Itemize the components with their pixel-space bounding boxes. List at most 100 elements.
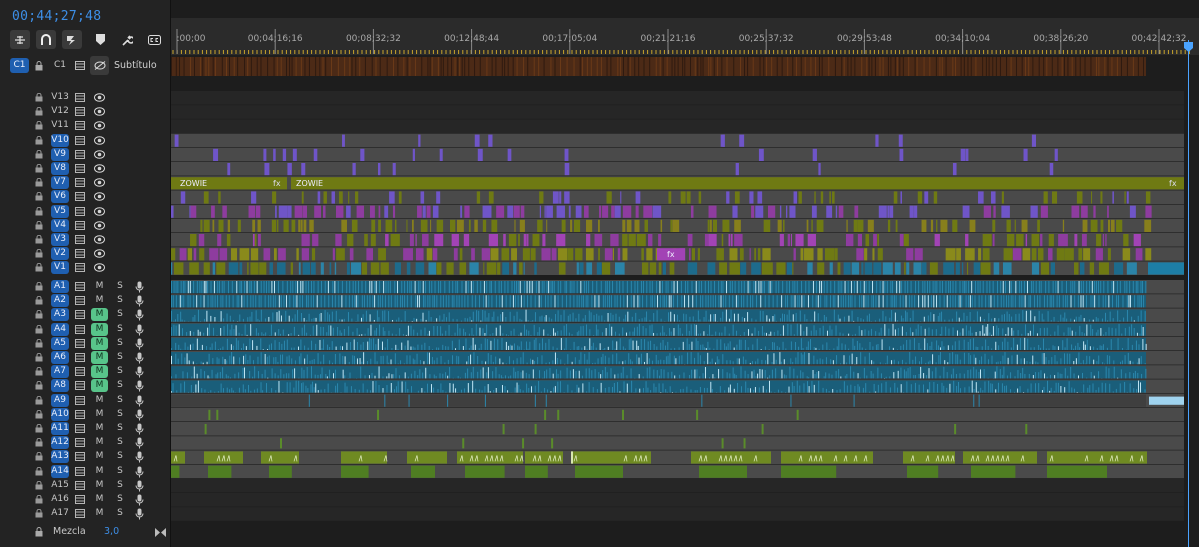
- film-icon[interactable]: [75, 206, 85, 216]
- mute-button[interactable]: M: [91, 294, 108, 307]
- eye-icon[interactable]: [94, 178, 105, 187]
- track-target-v8[interactable]: V8: [51, 162, 69, 175]
- track-target-v5[interactable]: V5: [51, 204, 69, 218]
- film-icon[interactable]: [75, 220, 85, 230]
- film-icon[interactable]: [75, 424, 85, 433]
- track-target-v1[interactable]: V1: [51, 261, 69, 275]
- film-icon[interactable]: [75, 466, 85, 476]
- track-target-a2[interactable]: A2: [51, 294, 69, 308]
- film-icon[interactable]: [75, 296, 85, 306]
- track-target-a16[interactable]: A16: [51, 493, 69, 506]
- track-target-v7[interactable]: V7: [51, 176, 69, 190]
- track-target-v13[interactable]: V13: [51, 91, 69, 104]
- track-target-a6[interactable]: A6: [51, 351, 69, 364]
- lock-icon[interactable]: [35, 409, 43, 419]
- mute-button[interactable]: M: [91, 422, 108, 435]
- track-target-a1[interactable]: A1: [51, 280, 69, 293]
- track-target-a4[interactable]: A4: [51, 322, 69, 336]
- lock-icon[interactable]: [35, 93, 43, 102]
- mute-button[interactable]: M: [91, 365, 108, 379]
- film-icon[interactable]: [75, 235, 85, 244]
- timeline-tracks-area[interactable]: ZOWIE ZOWIE fx fx fx: [171, 55, 1199, 547]
- track-target-a7[interactable]: A7: [51, 365, 69, 379]
- track-target-v9[interactable]: V9: [51, 147, 69, 161]
- mix-volume-value[interactable]: 3,0: [104, 526, 119, 537]
- film-icon[interactable]: [75, 452, 85, 462]
- microphone-icon[interactable]: [135, 508, 144, 520]
- mute-button[interactable]: M: [91, 280, 108, 293]
- film-icon[interactable]: [75, 263, 85, 273]
- playhead-timecode[interactable]: 00;44;27;48: [12, 9, 101, 24]
- film-icon[interactable]: [75, 61, 85, 70]
- eye-icon[interactable]: [94, 249, 105, 258]
- lock-icon[interactable]: [35, 282, 43, 291]
- microphone-icon[interactable]: [135, 466, 144, 478]
- lock-icon[interactable]: [35, 164, 43, 173]
- film-icon[interactable]: [75, 367, 85, 377]
- lock-icon[interactable]: [35, 527, 43, 537]
- microphone-icon[interactable]: [135, 395, 144, 407]
- lock-icon[interactable]: [35, 310, 43, 319]
- eye-icon[interactable]: [94, 263, 105, 273]
- track-target-v12[interactable]: V12: [51, 105, 69, 118]
- microphone-icon[interactable]: [135, 409, 144, 421]
- lock-icon[interactable]: [35, 367, 43, 376]
- track-target-a17[interactable]: A17: [51, 507, 69, 520]
- lock-icon[interactable]: [35, 206, 43, 216]
- time-ruler[interactable]: :00;00 00;04;16;16 00;08;32;32 00;12;48;44 0…: [171, 18, 1199, 55]
- lock-icon[interactable]: [35, 480, 43, 490]
- microphone-icon[interactable]: [135, 380, 144, 392]
- solo-button[interactable]: S: [115, 294, 125, 307]
- film-icon[interactable]: [75, 178, 85, 188]
- eye-icon[interactable]: [94, 164, 105, 173]
- film-icon[interactable]: [75, 282, 85, 291]
- track-target-a14[interactable]: A14: [51, 464, 69, 478]
- eye-icon[interactable]: [94, 135, 105, 145]
- track-target-a13[interactable]: A13: [51, 450, 69, 464]
- track-target-v3[interactable]: V3: [51, 233, 69, 246]
- film-icon[interactable]: [75, 509, 85, 519]
- solo-button[interactable]: S: [115, 351, 125, 364]
- linked-selection-icon[interactable]: [62, 30, 82, 49]
- solo-button[interactable]: S: [115, 479, 125, 492]
- eye-icon[interactable]: [94, 235, 105, 244]
- mute-button[interactable]: M: [91, 436, 108, 449]
- track-target-v6[interactable]: V6: [51, 190, 69, 204]
- film-icon[interactable]: [75, 438, 85, 448]
- mute-button[interactable]: M: [91, 308, 108, 322]
- track-target-a9[interactable]: A9: [51, 393, 69, 407]
- lock-icon[interactable]: [35, 381, 43, 390]
- microphone-icon[interactable]: [135, 338, 144, 350]
- lock-icon[interactable]: [35, 220, 43, 230]
- film-icon[interactable]: [75, 164, 85, 173]
- film-icon[interactable]: [75, 395, 85, 405]
- film-icon[interactable]: [75, 480, 85, 490]
- film-icon[interactable]: [75, 149, 85, 159]
- solo-button[interactable]: S: [115, 422, 125, 435]
- solo-button[interactable]: S: [115, 308, 125, 321]
- eye-icon[interactable]: [94, 121, 105, 131]
- lock-icon[interactable]: [35, 296, 43, 305]
- solo-button[interactable]: S: [115, 394, 125, 407]
- track-target-a10[interactable]: A10: [51, 407, 69, 421]
- mute-button[interactable]: M: [91, 322, 108, 336]
- lock-icon[interactable]: [35, 495, 43, 504]
- lock-icon[interactable]: [35, 107, 43, 116]
- solo-button[interactable]: S: [115, 507, 125, 520]
- mute-button[interactable]: M: [91, 465, 108, 478]
- lock-icon[interactable]: [35, 324, 43, 334]
- solo-button[interactable]: S: [115, 323, 125, 336]
- solo-button[interactable]: S: [115, 337, 125, 350]
- lock-icon[interactable]: [35, 135, 43, 145]
- eye-icon[interactable]: [94, 206, 105, 216]
- microphone-icon[interactable]: [135, 451, 144, 463]
- eye-icon[interactable]: [94, 192, 105, 202]
- microphone-icon[interactable]: [135, 366, 144, 378]
- film-icon[interactable]: [75, 135, 85, 145]
- lock-icon[interactable]: [35, 61, 43, 71]
- mute-button[interactable]: M: [91, 351, 108, 364]
- microphone-icon[interactable]: [135, 437, 144, 449]
- track-target-v10[interactable]: V10: [51, 133, 69, 147]
- film-icon[interactable]: [75, 93, 85, 102]
- track-target-a8[interactable]: A8: [51, 379, 69, 393]
